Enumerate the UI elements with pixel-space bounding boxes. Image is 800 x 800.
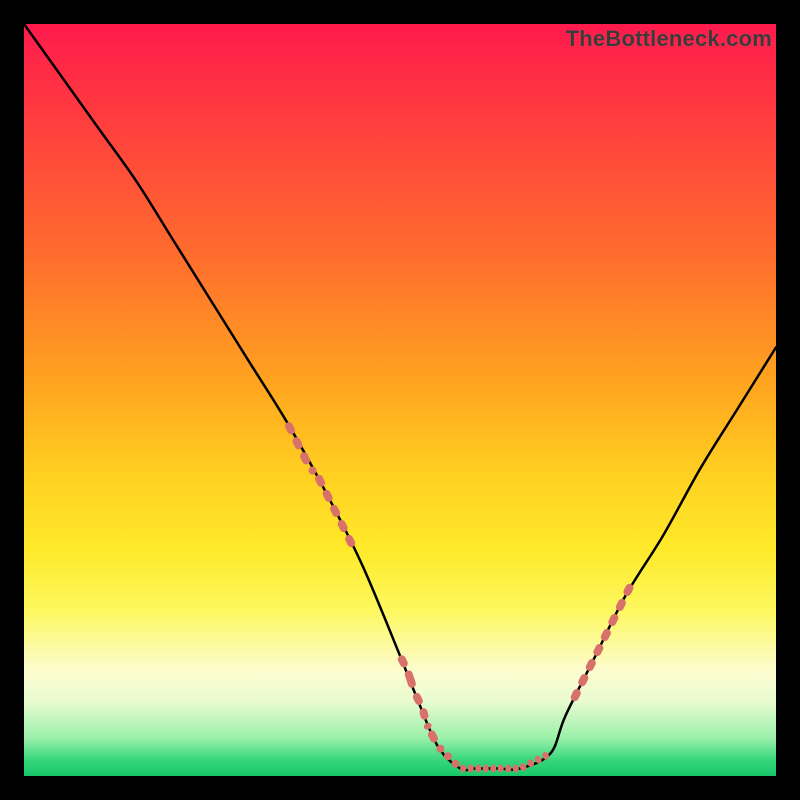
marker-segment	[442, 751, 453, 762]
marker-segment	[490, 764, 496, 772]
marker-segment	[569, 688, 582, 703]
marker-layer	[284, 421, 635, 773]
marker-segment	[427, 729, 440, 744]
marker-segment	[577, 673, 590, 688]
marker-segment	[404, 669, 417, 688]
chart-svg	[24, 24, 776, 776]
marker-segment	[468, 764, 474, 772]
marker-segment	[498, 764, 504, 772]
marker-segment	[592, 643, 605, 658]
marker-segment	[460, 764, 466, 772]
marker-segment	[423, 722, 433, 731]
marker-segment	[396, 654, 409, 669]
marker-segment	[483, 764, 489, 772]
marker-segment	[599, 628, 612, 643]
marker-segment	[475, 764, 481, 772]
marker-segment	[411, 691, 424, 706]
marker-segment	[513, 764, 519, 772]
marker-segment	[607, 613, 620, 628]
marker-segment	[505, 764, 511, 772]
marker-segment	[584, 658, 597, 673]
marker-segment	[519, 762, 528, 772]
chart-frame: TheBottleneck.com	[24, 24, 776, 776]
marker-segment	[615, 597, 628, 612]
marker-segment	[321, 488, 334, 503]
